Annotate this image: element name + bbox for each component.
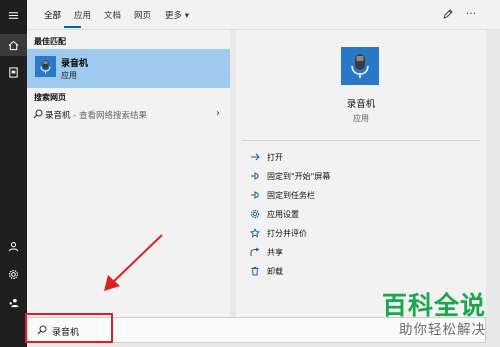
home-icon[interactable]	[0, 34, 27, 56]
share-icon	[249, 247, 260, 258]
microphone-icon	[35, 56, 56, 77]
search-icon	[33, 109, 43, 119]
app-microphone-icon	[341, 47, 379, 85]
pin-start-icon	[249, 171, 260, 182]
web-search-result[interactable]: 录音机 - 查看网络搜索结果 ›	[27, 106, 230, 124]
annotation-arrow-icon	[104, 234, 163, 291]
action-uninstall-label: 卸载	[267, 266, 283, 276]
active-tab-indicator	[64, 26, 81, 28]
web-query-text: 录音机	[45, 111, 71, 121]
best-match-title: 录音机	[61, 59, 89, 69]
best-match-type: 应用	[61, 71, 77, 80]
start-sidebar	[0, 0, 27, 347]
chevron-right-icon[interactable]: ›	[216, 108, 220, 119]
divider	[242, 140, 480, 141]
best-match-item[interactable]: 录音机 应用	[27, 49, 230, 88]
watermark-subtitle: 助你轻松解决	[399, 322, 486, 338]
watermark-title: 百科全说	[381, 291, 486, 320]
app-type: 应用	[353, 114, 369, 123]
tab-apps[interactable]: 应用	[74, 9, 91, 21]
action-share[interactable]: 共享	[249, 245, 283, 259]
action-app-settings-label: 应用设置	[267, 209, 299, 219]
app-preview-panel: 录音机 应用 打开 固定到"开始"屏幕 固定到任务栏 应用设置 打分并评价 共享…	[236, 30, 486, 317]
web-suffix-text: - 查看网络搜索结果	[70, 111, 147, 121]
tab-web[interactable]: 网页	[134, 9, 151, 21]
action-app-settings[interactable]: 应用设置	[249, 207, 299, 221]
highlight-box	[25, 313, 113, 343]
user-icon[interactable]	[0, 235, 27, 257]
action-open[interactable]: 打开	[249, 150, 283, 164]
more-options-icon[interactable]: ···	[465, 8, 477, 20]
star-icon	[249, 228, 260, 239]
action-rate-review-label: 打分并评价	[267, 228, 307, 238]
action-open-label: 打开	[267, 152, 283, 162]
tab-more[interactable]: 更多 ▾	[165, 9, 189, 21]
best-match-heading: 最佳匹配	[34, 37, 66, 46]
hamburger-menu-icon[interactable]	[0, 4, 27, 26]
trash-icon	[249, 266, 260, 277]
search-scope-tabs: 全部 应用 文档 网页 更多 ▾ ···	[27, 0, 500, 30]
open-icon	[249, 152, 260, 163]
action-pin-start[interactable]: 固定到"开始"屏幕	[249, 169, 330, 183]
action-rate-review[interactable]: 打分并评价	[249, 226, 307, 240]
action-pin-taskbar[interactable]: 固定到任务栏	[249, 188, 315, 202]
web-search-heading: 搜索网页	[34, 93, 66, 102]
action-share-label: 共享	[267, 247, 283, 257]
people-icon[interactable]	[0, 291, 27, 313]
document-icon[interactable]	[0, 61, 27, 83]
settings-icon	[249, 209, 260, 220]
tab-documents[interactable]: 文档	[104, 9, 121, 21]
pin-taskbar-icon	[249, 190, 260, 201]
action-uninstall[interactable]: 卸载	[249, 264, 283, 278]
app-title: 录音机	[346, 99, 376, 110]
tab-all[interactable]: 全部	[44, 9, 61, 21]
feedback-icon[interactable]	[442, 8, 454, 20]
action-pin-taskbar-label: 固定到任务栏	[267, 190, 315, 200]
action-pin-start-label: 固定到"开始"屏幕	[267, 171, 331, 181]
gear-icon[interactable]	[0, 263, 27, 285]
